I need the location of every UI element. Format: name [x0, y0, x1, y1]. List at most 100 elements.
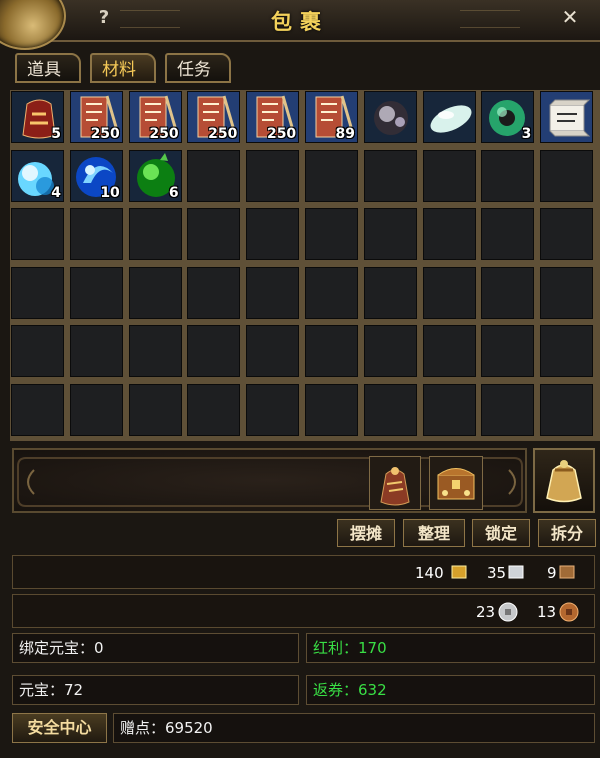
money-bag-icon	[546, 460, 582, 503]
empty-inventory-slot[interactable]	[305, 383, 358, 436]
treasure-chest-slot[interactable]	[429, 456, 483, 510]
empty-inventory-slot[interactable]	[540, 383, 594, 436]
empty-inventory-slot[interactable]	[246, 149, 300, 202]
inventory-slot-6[interactable]: 89	[305, 91, 358, 143]
close-button[interactable]: ✕	[558, 5, 582, 29]
inventory-slot-4[interactable]: 250	[187, 91, 241, 143]
inventory-grid: 5 250 250 250 250 89 3 4 10 6	[10, 90, 600, 441]
bound-yuanbao-field: 绑定元宝：0	[12, 633, 299, 663]
storage-panel	[12, 448, 527, 513]
gold-ingot-icon	[451, 565, 467, 579]
empty-inventory-slot[interactable]	[69, 325, 123, 377]
currency-bar-bottom: 23 13	[12, 594, 595, 628]
empty-inventory-slot[interactable]	[128, 325, 182, 377]
silver-coin-count: 23	[476, 603, 496, 621]
empty-inventory-slot[interactable]	[363, 383, 417, 436]
empty-inventory-slot[interactable]	[187, 383, 241, 436]
inventory-slot-9[interactable]: 3	[481, 91, 535, 143]
item-count: 5	[51, 126, 61, 142]
silver-count: 35	[487, 564, 507, 582]
empty-inventory-slot[interactable]	[481, 149, 535, 202]
split-button[interactable]: 拆分	[538, 519, 596, 547]
inventory-slot-12[interactable]: 10	[69, 149, 123, 202]
inventory-slot-2[interactable]: 250	[69, 91, 123, 143]
empty-inventory-slot[interactable]	[11, 208, 64, 260]
safety-center-button[interactable]: 安全中心	[12, 713, 107, 743]
tab-materials[interactable]: 材料	[90, 53, 156, 83]
empty-inventory-slot[interactable]	[11, 325, 64, 377]
inventory-slot-8[interactable]	[422, 91, 476, 143]
empty-inventory-slot[interactable]	[481, 266, 535, 319]
bronze-ingot-icon	[559, 565, 575, 579]
empty-inventory-slot[interactable]	[246, 266, 300, 319]
empty-inventory-slot[interactable]	[69, 208, 123, 260]
inventory-slot-10[interactable]	[540, 91, 594, 143]
sack-icon	[380, 467, 410, 506]
money-bag-button[interactable]	[533, 448, 595, 513]
tab-quests[interactable]: 任务	[165, 53, 231, 83]
inventory-slot-7[interactable]	[363, 91, 417, 143]
empty-inventory-slot[interactable]	[128, 208, 182, 260]
item-count: 250	[90, 126, 120, 142]
sort-button[interactable]: 整理	[403, 519, 465, 547]
silver-coin-icon	[498, 602, 518, 622]
empty-inventory-slot[interactable]	[422, 149, 476, 202]
lock-button[interactable]: 锁定	[472, 519, 530, 547]
dark-ore-icon	[373, 101, 408, 135]
tab-props[interactable]: 道具	[15, 53, 81, 83]
empty-inventory-slot[interactable]	[540, 325, 594, 377]
bronze-coin-count: 13	[537, 603, 557, 621]
empty-inventory-slot[interactable]	[540, 149, 594, 202]
empty-inventory-slot[interactable]	[187, 208, 241, 260]
sack-slot[interactable]	[369, 456, 421, 510]
empty-inventory-slot[interactable]	[363, 149, 417, 202]
gold-count: 140	[415, 564, 444, 582]
empty-inventory-slot[interactable]	[11, 383, 64, 436]
empty-inventory-slot[interactable]	[69, 383, 123, 436]
item-count: 250	[208, 126, 238, 142]
empty-inventory-slot[interactable]	[363, 208, 417, 260]
inventory-slot-13[interactable]: 6	[128, 149, 182, 202]
empty-inventory-slot[interactable]	[187, 149, 241, 202]
empty-inventory-slot[interactable]	[246, 208, 300, 260]
empty-inventory-slot[interactable]	[305, 266, 358, 319]
item-count: 250	[266, 126, 297, 142]
empty-inventory-slot[interactable]	[422, 383, 476, 436]
empty-inventory-slot[interactable]	[540, 266, 594, 319]
empty-inventory-slot[interactable]	[246, 325, 300, 377]
inventory-slot-3[interactable]: 250	[128, 91, 182, 143]
item-count: 4	[51, 184, 61, 201]
empty-inventory-slot[interactable]	[363, 325, 417, 377]
empty-inventory-slot[interactable]	[128, 266, 182, 319]
empty-inventory-slot[interactable]	[246, 383, 300, 436]
gift-points-field: 赠点：69520	[113, 713, 595, 743]
bonus-field: 红利：170	[306, 633, 595, 663]
empty-inventory-slot[interactable]	[481, 383, 535, 436]
item-count: 3	[521, 126, 532, 142]
empty-inventory-slot[interactable]	[422, 208, 476, 260]
empty-inventory-slot[interactable]	[481, 208, 535, 260]
empty-inventory-slot[interactable]	[363, 266, 417, 319]
empty-inventory-slot[interactable]	[422, 325, 476, 377]
empty-inventory-slot[interactable]	[187, 325, 241, 377]
empty-inventory-slot[interactable]	[305, 325, 358, 377]
empty-inventory-slot[interactable]	[187, 266, 241, 319]
empty-inventory-slot[interactable]	[305, 149, 358, 202]
title-bar: ? 包裹 ✕	[0, 0, 600, 50]
empty-inventory-slot[interactable]	[128, 383, 182, 436]
empty-inventory-slot[interactable]	[305, 208, 358, 260]
empty-inventory-slot[interactable]	[69, 266, 123, 319]
empty-inventory-slot[interactable]	[11, 266, 64, 319]
bronze-count: 9	[547, 564, 557, 582]
stall-button[interactable]: 摆摊	[337, 519, 395, 547]
empty-inventory-slot[interactable]	[481, 325, 535, 377]
inventory-slot-5[interactable]: 250	[246, 91, 300, 143]
inventory-slot-1[interactable]: 5	[11, 91, 64, 143]
inventory-slot-11[interactable]: 4	[11, 149, 64, 202]
currency-bar-top: 140 35 9	[12, 555, 595, 589]
empty-inventory-slot[interactable]	[422, 266, 476, 319]
treasure-chest-icon	[437, 468, 475, 500]
item-count: 89	[335, 126, 355, 142]
coupon-field: 返券：632	[306, 675, 595, 705]
empty-inventory-slot[interactable]	[540, 208, 594, 260]
